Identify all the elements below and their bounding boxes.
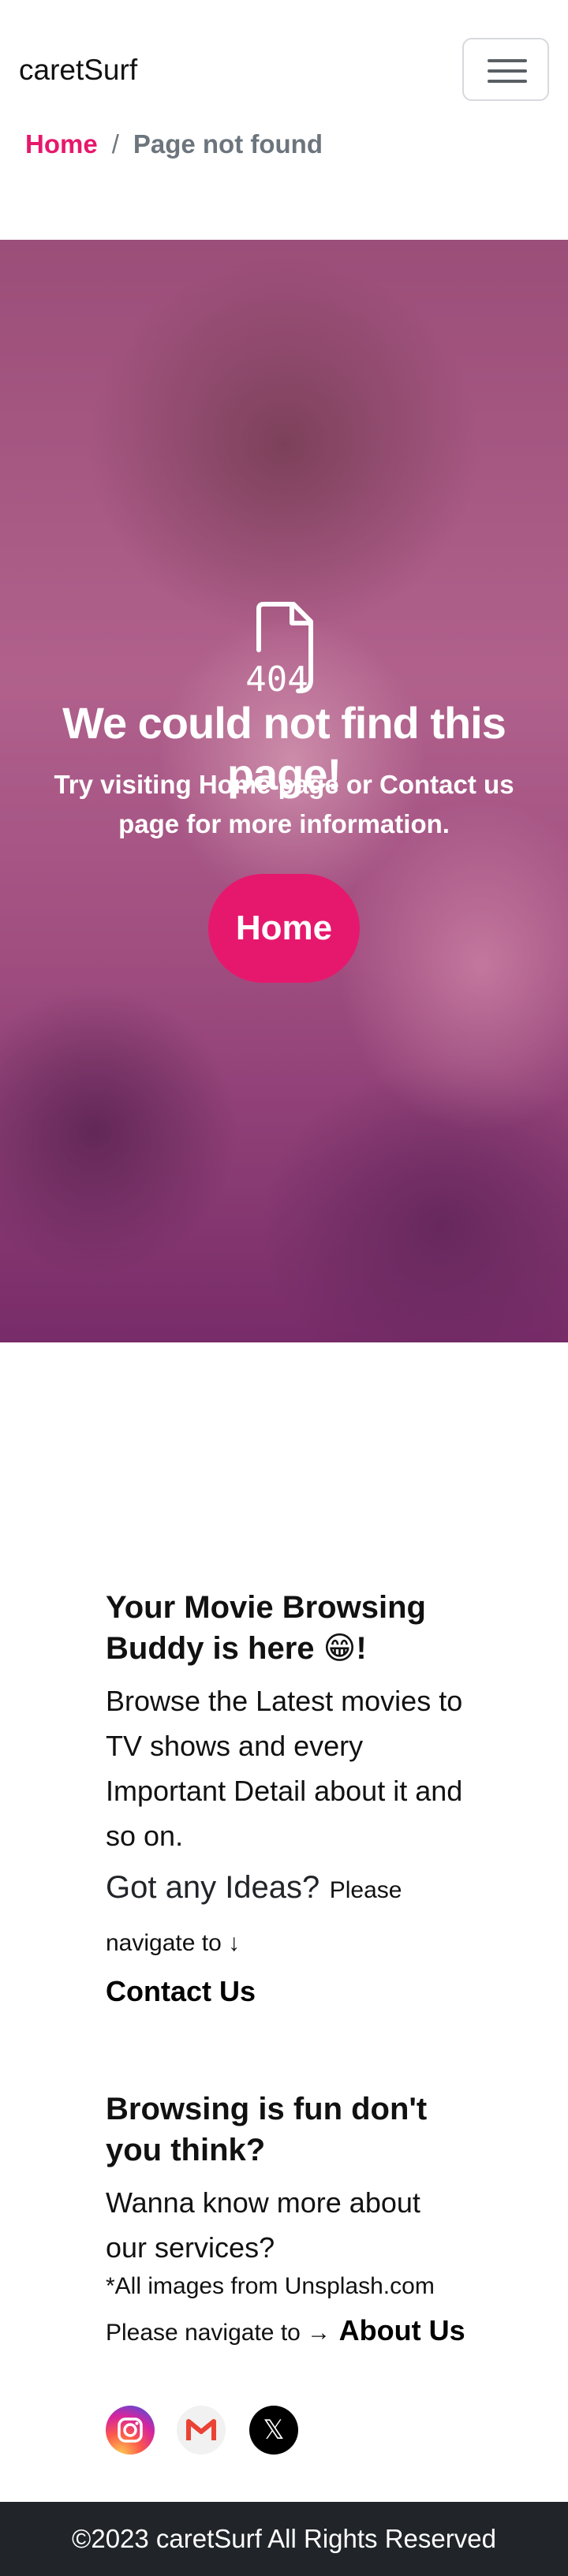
footer-about: Your Movie Browsing Buddy is here 😁! Bro… [106,1587,469,2008]
footer-services-heading: Browsing is fun don't you think? [106,2092,428,2167]
navbar: caretSurf [0,0,568,139]
contact-us-link[interactable]: Contact Us [106,1975,469,2008]
brand-logo[interactable]: caretSurf [19,54,137,87]
footer-ideas: Got any Ideas? Please navigate to ↓ [106,1863,469,1972]
footer-navigate-text: Please navigate to → [106,2320,331,2346]
footer-about-heading: Your Movie Browsing Buddy is here 😁! [106,1590,426,1666]
breadcrumb-current: Page not found [133,129,323,159]
not-found-hero: 404 We could not find this page! Try vis… [0,240,568,1342]
copyright-text: ©2023 caretSurf All Rights Reserved [72,2524,496,2553]
copyright-bar: ©2023 caretSurf All Rights Reserved [0,2502,568,2576]
svg-text:404: 404 [245,659,308,696]
footer-about-nav: Please navigate to → About Us [106,2308,469,2359]
footer-services-description: Wanna know more about our services? [106,2186,420,2264]
x-icon[interactable]: 𝕏 [249,2406,298,2455]
about-us-link[interactable]: About Us [339,2314,465,2346]
breadcrumb: Home / Page not found [25,129,323,159]
breadcrumb-separator: / [111,129,119,159]
footer-about-description: Browse the Latest movies to TV shows and… [106,1685,463,1852]
menu-toggle-button[interactable] [462,38,549,101]
gmail-icon[interactable] [177,2406,226,2455]
social-links: 𝕏 [106,2406,311,2455]
home-button[interactable]: Home [208,874,360,983]
footer-services: Browsing is fun don't you think? Wanna k… [106,2089,469,2359]
image-credit: *All images from Unsplash.com [106,2273,435,2299]
hero-subtitle: Try visiting Home page or Contact us pag… [54,770,514,838]
file-404-icon: 404 [245,602,313,696]
footer-ideas-heading: Got any Ideas? [106,1870,320,1905]
breadcrumb-home-link[interactable]: Home [25,129,98,159]
instagram-icon[interactable] [106,2406,155,2455]
